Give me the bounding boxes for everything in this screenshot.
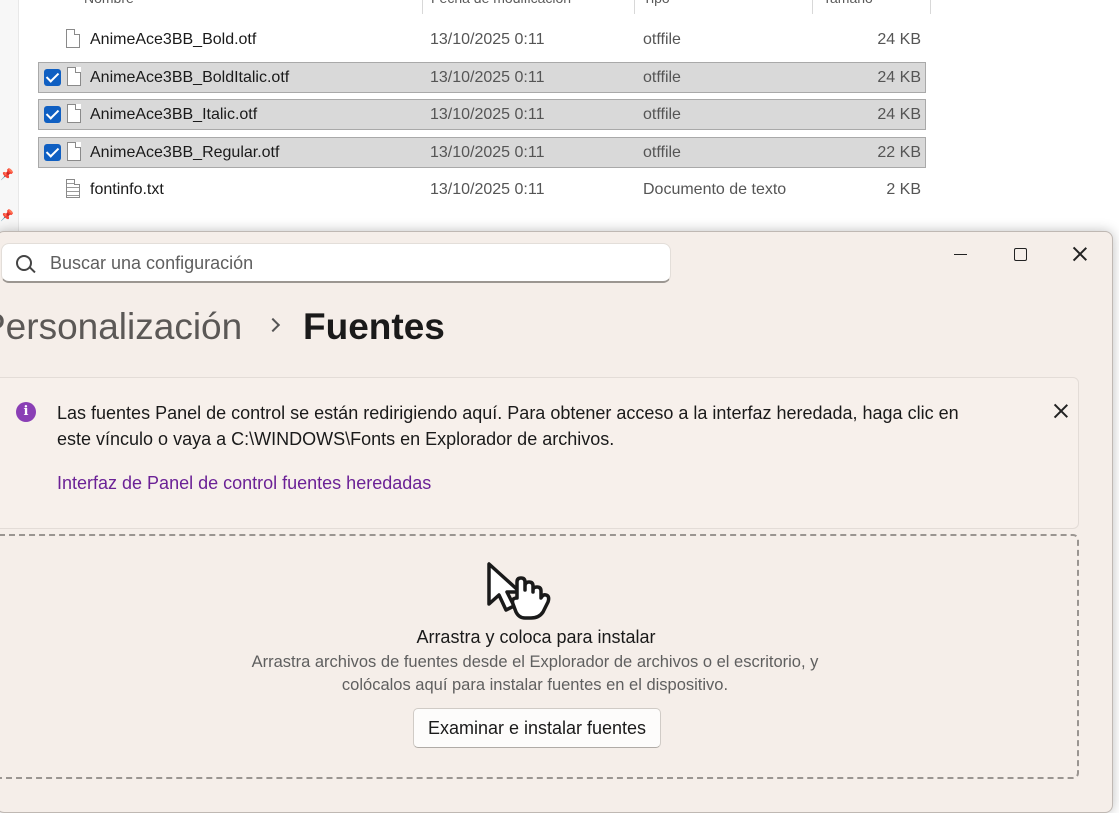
- file-name: AnimeAce3BB_Italic.otf: [90, 106, 258, 123]
- column-header-name[interactable]: Nombre: [84, 0, 134, 12]
- file-date: 13/10/2025 0:11: [430, 31, 545, 48]
- info-icon: i: [16, 402, 36, 422]
- minimize-icon: [953, 253, 967, 255]
- info-message: Las fuentes Panel de control se están re…: [57, 403, 959, 449]
- file-icon: [67, 104, 81, 123]
- file-type: otffile: [643, 31, 681, 48]
- drag-hand-cursor-icon: [487, 562, 551, 620]
- minimize-button[interactable]: [938, 240, 982, 268]
- drop-zone-description: Arrastra archivos de fuentes desde el Ex…: [251, 653, 819, 694]
- file-size: 24 KB: [877, 106, 921, 123]
- file-type: otffile: [643, 144, 681, 161]
- browse-install-fonts-button[interactable]: Examinar e instalar fuentes: [413, 708, 661, 748]
- column-divider[interactable]: [930, 0, 931, 14]
- file-icon: [66, 29, 80, 48]
- file-row[interactable]: AnimeAce3BB_Italic.otf 13/10/2025 0:11 o…: [38, 99, 926, 130]
- text-file-icon: [66, 179, 80, 198]
- maximize-button[interactable]: [998, 240, 1042, 268]
- file-icon: [67, 142, 81, 161]
- file-explorer-window: 📌 📌 Nombre Fecha de modificación Tipo Ta…: [0, 0, 1119, 240]
- settings-window: Personalización Fuentes i Las fuentes Pa…: [0, 231, 1113, 813]
- file-icon: [67, 67, 81, 86]
- search-box[interactable]: [1, 243, 671, 283]
- pin-icon[interactable]: 📌: [0, 168, 14, 181]
- search-icon: [16, 255, 32, 271]
- checkbox-checked[interactable]: [44, 144, 61, 161]
- file-date: 13/10/2025 0:11: [430, 181, 545, 198]
- close-window-button[interactable]: [1058, 240, 1102, 268]
- close-icon: [1073, 247, 1087, 261]
- page-title: Fuentes: [303, 306, 445, 347]
- column-divider[interactable]: [422, 0, 423, 14]
- column-header-size[interactable]: Tamaño: [823, 0, 873, 12]
- file-name: AnimeAce3BB_Regular.otf: [90, 144, 280, 161]
- pin-icon[interactable]: 📌: [0, 209, 14, 222]
- search-input[interactable]: [48, 244, 652, 282]
- column-divider[interactable]: [634, 0, 635, 14]
- file-name: AnimeAce3BB_BoldItalic.otf: [90, 69, 290, 86]
- font-drop-zone[interactable]: Arrastra y coloca para instalar Arrastra…: [0, 534, 1079, 779]
- navigation-pane-edge: 📌 📌: [0, 0, 19, 240]
- file-name: fontinfo.txt: [90, 181, 164, 198]
- file-type: otffile: [643, 106, 681, 123]
- file-row[interactable]: AnimeAce3BB_Bold.otf 13/10/2025 0:11 otf…: [38, 25, 926, 56]
- drop-zone-title: Arrastra y coloca para instalar: [416, 627, 656, 647]
- checkbox-checked[interactable]: [44, 106, 61, 123]
- column-header-date[interactable]: Fecha de modificación: [431, 0, 571, 12]
- file-size: 2 KB: [886, 181, 921, 198]
- file-type: otffile: [643, 69, 681, 86]
- chevron-right-icon: [265, 317, 281, 333]
- breadcrumb-parent[interactable]: Personalización: [0, 306, 242, 348]
- file-row[interactable]: AnimeAce3BB_BoldItalic.otf 13/10/2025 0:…: [38, 62, 926, 93]
- file-type: Documento de texto: [643, 181, 787, 198]
- file-size: 24 KB: [877, 31, 921, 48]
- file-row[interactable]: AnimeAce3BB_Regular.otf 13/10/2025 0:11 …: [38, 137, 926, 168]
- info-banner: i Las fuentes Panel de control se están …: [0, 377, 1079, 529]
- file-date: 13/10/2025 0:11: [430, 69, 545, 86]
- maximize-icon: [1013, 247, 1027, 261]
- file-size: 22 KB: [877, 144, 921, 161]
- file-size: 24 KB: [877, 69, 921, 86]
- checkbox-checked[interactable]: [44, 69, 61, 86]
- file-row[interactable]: fontinfo.txt 13/10/2025 0:11 Documento d…: [38, 175, 926, 206]
- column-divider[interactable]: [812, 0, 813, 14]
- file-name: AnimeAce3BB_Bold.otf: [90, 31, 257, 48]
- file-date: 13/10/2025 0:11: [430, 106, 545, 123]
- column-header-type[interactable]: Tipo: [643, 0, 670, 12]
- legacy-fonts-link[interactable]: Interfaz de Panel de control fuentes her…: [57, 473, 431, 494]
- file-date: 13/10/2025 0:11: [430, 144, 545, 161]
